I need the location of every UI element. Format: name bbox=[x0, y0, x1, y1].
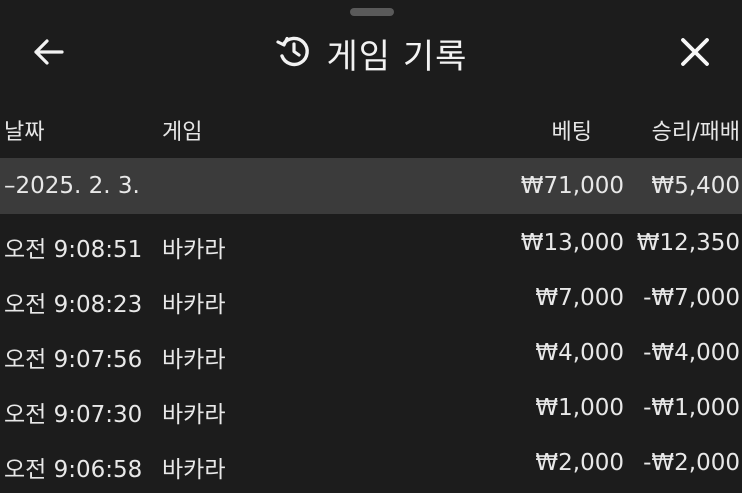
title-group: 게임 기록 bbox=[0, 28, 742, 78]
date-group-row[interactable]: –2025. 2. 3. ₩71,000 ₩5,400 bbox=[0, 158, 742, 214]
row-game: 바카라 bbox=[162, 292, 226, 318]
sheet-grabber-handle[interactable] bbox=[350, 8, 394, 16]
close-icon bbox=[680, 37, 710, 71]
date-group-result-total: ₩5,400 bbox=[651, 173, 740, 199]
history-row[interactable]: 오전 9:06:58 바카라 ₩2,000 -₩2,000 bbox=[0, 438, 742, 493]
back-button[interactable] bbox=[26, 34, 70, 74]
close-button[interactable] bbox=[672, 32, 718, 76]
history-row[interactable]: 오전 9:08:23 바카라 ₩7,000 -₩7,000 bbox=[0, 273, 742, 328]
row-time: 오전 9:07:56 bbox=[4, 347, 143, 373]
column-header-bet[interactable]: 베팅 bbox=[552, 114, 592, 146]
row-game: 바카라 bbox=[162, 457, 226, 483]
column-header-game[interactable]: 게임 bbox=[162, 114, 202, 146]
history-list: 오전 9:08:51 바카라 ₩13,000 ₩12,350 오전 9:08:2… bbox=[0, 218, 742, 493]
arrow-left-icon bbox=[32, 38, 64, 70]
row-time: 오전 9:08:51 bbox=[4, 237, 143, 263]
row-result: -₩2,000 bbox=[643, 450, 740, 476]
history-row[interactable]: 오전 9:07:56 바카라 ₩4,000 -₩4,000 bbox=[0, 328, 742, 383]
row-bet: ₩4,000 bbox=[535, 340, 624, 366]
row-game: 바카라 bbox=[162, 402, 226, 428]
row-result: ₩12,350 bbox=[636, 230, 740, 256]
row-time: 오전 9:06:58 bbox=[4, 457, 143, 483]
row-game: 바카라 bbox=[162, 237, 226, 263]
row-bet: ₩7,000 bbox=[535, 285, 624, 311]
history-icon bbox=[275, 32, 313, 74]
page-title: 게임 기록 bbox=[326, 36, 468, 77]
history-row[interactable]: 오전 9:08:51 바카라 ₩13,000 ₩12,350 bbox=[0, 218, 742, 273]
history-row[interactable]: 오전 9:07:30 바카라 ₩1,000 -₩1,000 bbox=[0, 383, 742, 438]
header-bar: 게임 기록 bbox=[0, 20, 742, 86]
row-result: -₩7,000 bbox=[643, 285, 740, 311]
row-time: 오전 9:07:30 bbox=[4, 402, 143, 428]
column-header-result[interactable]: 승리/패배 bbox=[652, 114, 740, 146]
row-result: -₩1,000 bbox=[643, 395, 740, 421]
row-time: 오전 9:08:23 bbox=[4, 292, 143, 318]
row-bet: ₩2,000 bbox=[535, 450, 624, 476]
row-bet: ₩1,000 bbox=[535, 395, 624, 421]
column-header-date[interactable]: 날짜 bbox=[4, 114, 44, 146]
date-group-bet-total: ₩71,000 bbox=[520, 173, 624, 199]
date-group-label: –2025. 2. 3. bbox=[4, 173, 140, 199]
row-result: -₩4,000 bbox=[643, 340, 740, 366]
row-bet: ₩13,000 bbox=[520, 230, 624, 256]
row-game: 바카라 bbox=[162, 347, 226, 373]
